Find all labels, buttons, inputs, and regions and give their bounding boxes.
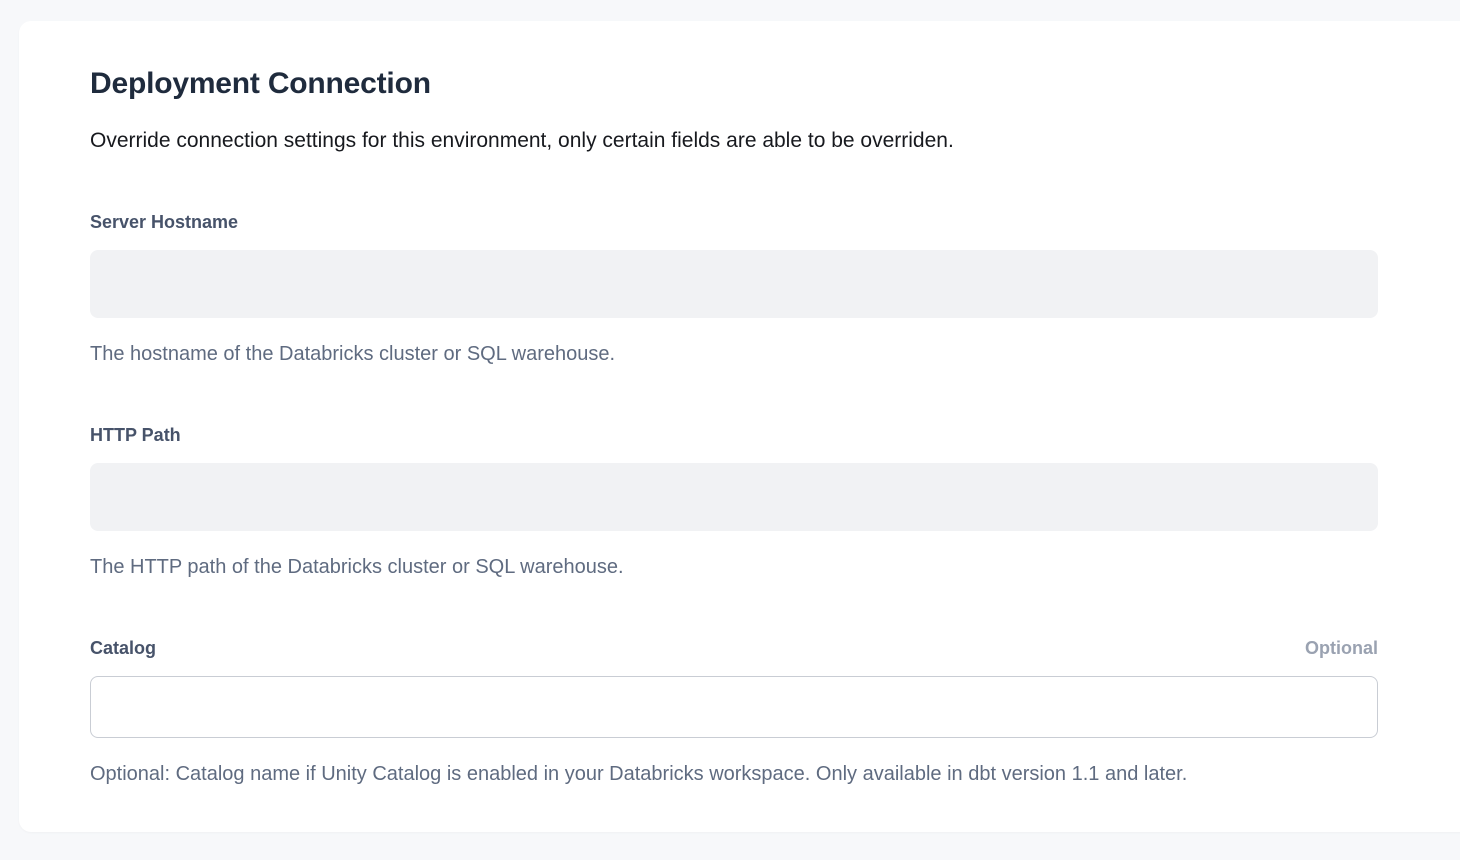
- field-label-row: Server Hostname: [90, 210, 1378, 234]
- server-hostname-label: Server Hostname: [90, 210, 238, 234]
- server-hostname-input: [90, 250, 1378, 318]
- field-catalog: Catalog Optional Optional: Catalog name …: [90, 636, 1378, 788]
- catalog-optional-badge: Optional: [1305, 636, 1378, 660]
- field-server-hostname: Server Hostname The hostname of the Data…: [90, 210, 1378, 368]
- settings-card: Deployment Connection Override connectio…: [19, 21, 1460, 832]
- page-title: Deployment Connection: [90, 66, 1378, 102]
- http-path-label: HTTP Path: [90, 423, 181, 447]
- catalog-helper: Optional: Catalog name if Unity Catalog …: [90, 760, 1378, 788]
- field-label-row: HTTP Path: [90, 423, 1378, 447]
- field-label-row: Catalog Optional: [90, 636, 1378, 660]
- page-subtitle: Override connection settings for this en…: [90, 127, 1378, 155]
- server-hostname-helper: The hostname of the Databricks cluster o…: [90, 340, 1378, 368]
- http-path-input: [90, 463, 1378, 531]
- catalog-label: Catalog: [90, 636, 156, 660]
- settings-card-content: Deployment Connection Override connectio…: [19, 21, 1378, 788]
- field-http-path: HTTP Path The HTTP path of the Databrick…: [90, 423, 1378, 581]
- http-path-helper: The HTTP path of the Databricks cluster …: [90, 553, 1378, 581]
- catalog-input[interactable]: [90, 676, 1378, 738]
